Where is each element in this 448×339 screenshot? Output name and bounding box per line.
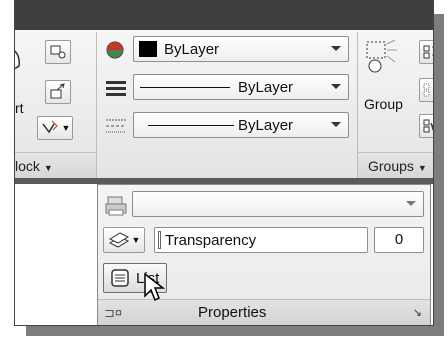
color-value: ByLayer [164,41,220,58]
lineweight-sample-line [148,125,234,126]
plot-style-icon [105,195,127,217]
chevron-down-icon: ▼ [131,235,141,245]
group-edit-button[interactable] [419,78,433,102]
chevron-down-icon [406,201,416,206]
chevron-down-icon [331,122,341,127]
ungroup-button[interactable] [419,40,433,64]
chevron-down-icon: ▼ [61,123,71,133]
transparency-label: Transparency [165,232,257,249]
group-icon[interactable] [365,39,399,78]
color-combo[interactable]: ByLayer [133,36,349,62]
create-block-button[interactable] [45,40,71,64]
color-wheel-icon [105,40,125,60]
lineweight-combo[interactable]: ByLayer [133,112,349,138]
panel-divider [96,32,97,182]
insert-block-icon[interactable] [15,40,27,80]
linetype-sample-line [140,87,230,88]
dialog-launcher-icon[interactable]: ↘ [413,300,422,325]
chevron-down-icon: ▼ [417,163,427,173]
properties-panel-title: Properties [198,304,267,321]
group-edit-icon [423,83,430,97]
block-panel-title: lock [15,158,40,174]
group-select-button[interactable] [419,114,433,138]
color-swatch [139,41,157,57]
block-panel-footer[interactable]: lock ▼ [15,152,96,179]
window-shadow-right [434,14,444,336]
group-label: Group [364,96,403,112]
linetype-value: ByLayer [238,79,294,96]
transparency-slider[interactable]: Transparency [154,227,368,253]
create-block-icon [50,45,66,59]
chevron-down-icon [331,84,341,89]
transparency-mode-button[interactable]: ▼ [103,227,145,253]
transparency-value: 0 [394,231,404,248]
groups-panel-footer[interactable]: Groups ▼ [358,152,433,178]
autocad-ribbon-window: rt ▼ lock ▼ ByLayer ByLayer ByLayer Grou… [14,0,434,326]
ungroup-icon [423,45,433,59]
edit-block-icon [50,83,65,99]
lineweight-icon [105,116,127,136]
linetype-combo[interactable]: ByLayer [133,74,349,100]
mouse-cursor-icon [143,272,166,309]
chevron-down-icon: ▼ [43,163,53,173]
lineweight-value: ByLayer [238,117,294,134]
edit-block-button[interactable] [45,80,71,104]
title-bar [15,0,433,30]
define-attributes-button[interactable]: ▼ [37,116,73,140]
pin-icon[interactable]: ⊐¤ [104,300,122,325]
transparency-value-field[interactable]: 0 [374,227,424,253]
group-select-icon [423,119,433,133]
groups-panel-title: Groups [368,158,414,174]
window-shadow-bottom [26,326,444,336]
chevron-down-icon [331,46,341,51]
insert-label: rt [15,100,24,116]
plot-style-combo[interactable] [132,191,424,217]
linetype-icon [105,78,127,98]
layers-icon [108,232,129,248]
slider-thumb[interactable] [158,231,161,249]
define-attributes-icon [41,120,58,134]
list-icon [111,269,129,287]
